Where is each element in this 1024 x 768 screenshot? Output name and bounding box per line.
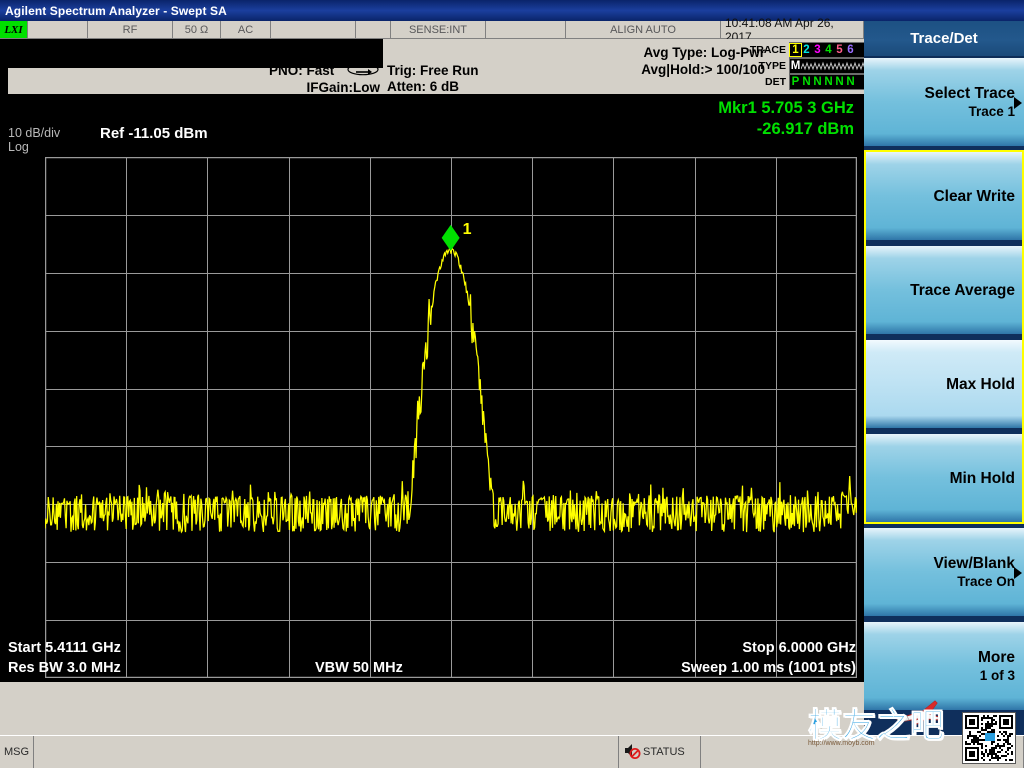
detector-6: N	[846, 76, 855, 88]
message-area	[34, 736, 619, 768]
softkey-select-trace[interactable]: Select Trace Trace 1	[864, 58, 1024, 146]
softkey-sublabel: Trace 1	[968, 103, 1015, 119]
msg-label: MSG	[0, 736, 34, 768]
trace-number-4[interactable]: 4	[823, 44, 834, 56]
status-cell-impedance: 50 Ω	[173, 21, 221, 39]
softkey-sublabel: 1 of 3	[979, 667, 1015, 683]
message-bar: MSG STATUS	[0, 735, 1024, 768]
qr-code-image	[962, 712, 1016, 764]
pno-settings-group: PNO: Fast IFGain:Low	[190, 63, 380, 96]
detector-2: N	[802, 76, 811, 88]
status-cell-blank-2	[271, 21, 356, 39]
status-cell-datetime: 10:41:08 AM Apr 26, 2017	[721, 16, 864, 44]
trace-number-row[interactable]: 123456	[789, 42, 872, 58]
detector-4: N	[824, 76, 833, 88]
softkey-label: Min Hold	[949, 469, 1015, 487]
status-indicator: STATUS	[619, 736, 701, 768]
marker-amplitude: -26.917 dBm	[756, 120, 854, 138]
trace-number-2[interactable]: 2	[801, 44, 812, 56]
status-cell-blank-1	[28, 21, 88, 39]
softkey-clear-write[interactable]: Clear Write	[864, 152, 1024, 240]
stop-frequency-label: Stop 6.0000 GHz	[742, 640, 856, 656]
avg-hold-label: Avg|Hold:> 100/100	[641, 62, 765, 77]
instrument-status-strip: LXI RF 50 Ω AC SENSE:INT ALIGN AUTO 10:4…	[0, 16, 864, 44]
detector-3: N	[813, 76, 822, 88]
window-title: Agilent Spectrum Analyzer - Swept SA	[5, 3, 227, 18]
detector-1: P	[791, 76, 800, 88]
softkey-max-hold[interactable]: Max Hold	[864, 340, 1024, 428]
trace-plot: 1	[44, 156, 858, 679]
bottom-annotation: Start 5.4111 GHz Stop 6.0000 GHz Res BW …	[0, 638, 864, 682]
softkey-label: Clear Write	[933, 187, 1015, 205]
softkey-label: View/Blank	[933, 554, 1015, 572]
spectrum-display[interactable]: 10 dB/div Log Ref -11.05 dBm Mkr1 5.705 …	[0, 94, 864, 682]
softkey-label: More	[977, 648, 1015, 666]
trace-number-5[interactable]: 5	[834, 44, 845, 56]
window-titlebar: Agilent Spectrum Analyzer - Swept SA	[0, 0, 1024, 21]
det-row-label: DET	[765, 76, 786, 88]
softkey-label: Max Hold	[946, 375, 1015, 393]
type-row-label: TYPE	[758, 60, 786, 72]
chevron-right-icon	[1014, 97, 1022, 109]
status-cell-align: ALIGN AUTO	[566, 21, 721, 39]
settings-black-fill-2	[0, 68, 8, 94]
vbw-label: VBW 50 MHz	[315, 660, 403, 676]
measurement-settings-panel: PNO: Fast IFGain:Low Trig: Free Run Atte…	[0, 39, 872, 96]
status-cell-blank-3	[356, 21, 391, 39]
trace-type-waveform-icon	[801, 61, 871, 70]
softkey-list: Select Trace Trace 1 Clear Write Trace Aver…	[864, 58, 1024, 710]
trace-number-6[interactable]: 6	[845, 44, 856, 56]
atten-label: Atten: 6 dB	[387, 79, 459, 94]
marker-readout: Mkr1 5.705 3 GHz -26.917 dBm	[718, 98, 854, 140]
detector-row: PNNNNN	[789, 74, 872, 90]
softkey-trace-average[interactable]: Trace Average	[864, 246, 1024, 334]
status-label: STATUS	[643, 746, 685, 758]
scale-per-division-label: 10 dB/div	[8, 126, 61, 140]
airplane-watermark-icon	[893, 697, 943, 731]
softkey-menu: Trace/Det Select Trace Trace 1 Clear Write…	[864, 21, 1024, 735]
trace-number-3[interactable]: 3	[812, 44, 823, 56]
trigger-label: Trig: Free Run	[387, 63, 479, 78]
average-settings-group: Avg Type: Log-Pwr Avg|Hold:> 100/100	[520, 44, 765, 78]
lxi-icon: LXI	[0, 21, 28, 38]
avg-type-label: Avg Type: Log-Pwr	[643, 45, 766, 60]
scale-type-label: Log	[8, 140, 29, 154]
softkey-label: Trace Average	[910, 281, 1015, 299]
chevron-right-icon	[1014, 567, 1022, 579]
trigger-settings-group: Trig: Free Run Atten: 6 dB	[387, 63, 479, 95]
trace-number-1[interactable]: 1	[789, 43, 802, 57]
spectrum-analyzer-window: Agilent Spectrum Analyzer - Swept SA LXI…	[0, 0, 1024, 768]
start-frequency-label: Start 5.4111 GHz	[8, 640, 121, 656]
softkey-view-blank[interactable]: View/Blank Trace On	[864, 528, 1024, 616]
marker-1-label: 1	[463, 221, 472, 238]
trace-type-det-indicator: TRACE 123456 TYPE M DET PNNNNN	[749, 42, 872, 91]
pno-label: PNO: Fast	[268, 63, 335, 79]
detector-5: N	[835, 76, 844, 88]
sweep-arrow-icon	[346, 63, 380, 80]
trace-row-label: TRACE	[749, 44, 786, 56]
res-bw-label: Res BW 3.0 MHz	[8, 660, 121, 676]
status-cell-sense: SENSE:INT	[391, 21, 486, 39]
status-cell-blank-4	[486, 21, 566, 39]
menu-title: Trace/Det	[864, 21, 1024, 58]
reference-level-label: Ref -11.05 dBm	[100, 125, 208, 142]
status-cell-coupling: AC	[221, 21, 271, 39]
graticule: 1	[44, 156, 858, 679]
speaker-mute-icon	[623, 742, 641, 762]
softkey-sublabel: Trace On	[957, 573, 1015, 589]
trace-type-row: M	[789, 58, 872, 74]
softkey-label: Select Trace	[924, 84, 1015, 102]
status-cell-input-rf: RF	[88, 21, 173, 39]
type-letter: M	[790, 60, 801, 72]
sweep-label: Sweep 1.00 ms (1001 pts)	[681, 660, 856, 676]
softkey-min-hold[interactable]: Min Hold	[864, 434, 1024, 522]
softkey-more[interactable]: More 1 of 3	[864, 622, 1024, 710]
marker-frequency: Mkr1 5.705 3 GHz	[718, 99, 854, 117]
